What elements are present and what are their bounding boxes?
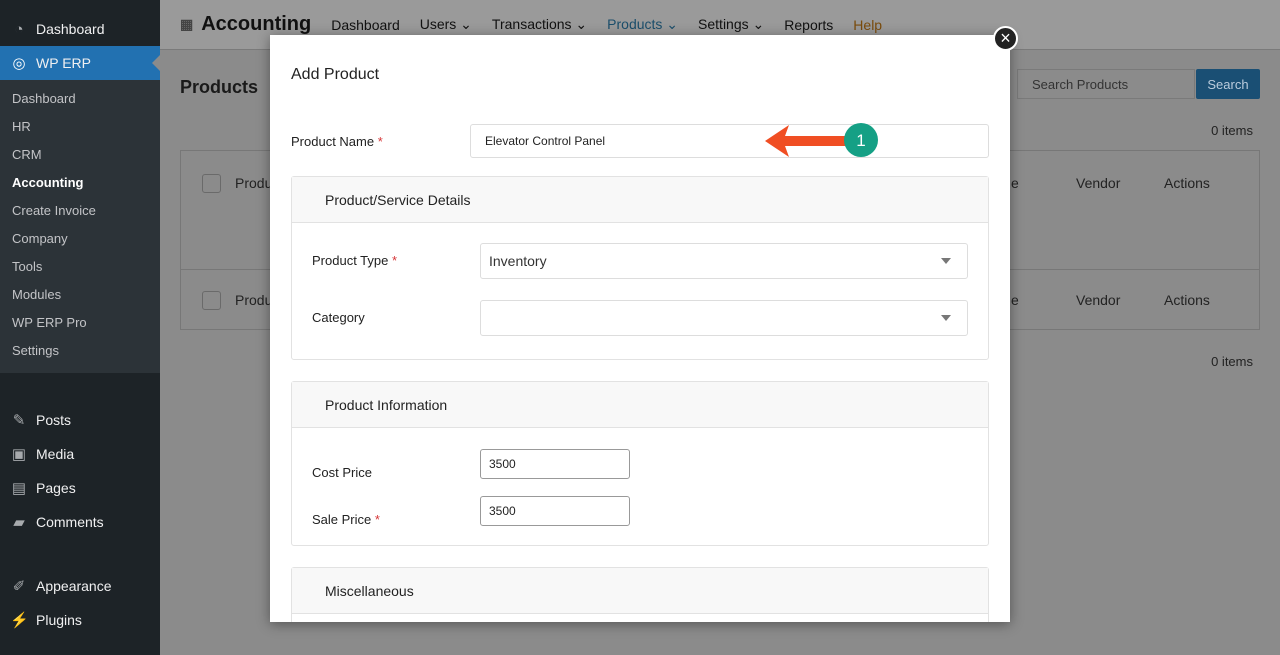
cost-price-input[interactable]: 3500 [480, 449, 630, 479]
search-button[interactable]: Search [1196, 69, 1260, 99]
dashboard-icon: ◔ [14, 20, 24, 38]
add-product-modal: Add Product Product Name * Elevator Cont… [270, 35, 1010, 622]
miscellaneous-panel: Miscellaneous [291, 567, 989, 622]
sidebar-item-pages[interactable]: ▤ Pages [0, 471, 160, 505]
product-information-panel: Product Information Cost Price 3500 Sale… [291, 381, 989, 546]
submenu-dashboard[interactable]: Dashboard [0, 85, 160, 113]
panel-header: Product/Service Details [292, 177, 988, 223]
annotation-arrow-icon: 1 [765, 123, 878, 157]
sidebar-item-plugins[interactable]: ⚡ Plugins [0, 603, 160, 637]
select-all-checkbox-footer[interactable] [202, 290, 221, 310]
submenu-tools[interactable]: Tools [0, 253, 160, 281]
plugin-icon: ⚡ [10, 612, 29, 629]
submenu-wp-erp-pro[interactable]: WP ERP Pro [0, 309, 160, 337]
search-input[interactable]: Search Products [1017, 69, 1195, 99]
modal-title: Add Product [291, 66, 380, 83]
submenu-accounting[interactable]: Accounting [0, 169, 160, 197]
product-type-select[interactable]: Inventory [480, 243, 968, 279]
wp-erp-logo-icon: ◎ [12, 55, 26, 72]
pin-icon: ✎ [12, 412, 26, 429]
chevron-down-icon [941, 258, 951, 269]
items-count-top: 0 items [1211, 123, 1253, 138]
cost-price-label: Cost Price [312, 465, 372, 480]
calculator-icon: ▦ [180, 16, 194, 32]
submenu-crm[interactable]: CRM [0, 141, 160, 169]
sidebar-item-appearance[interactable]: ✐ Appearance [0, 569, 160, 603]
nav-settings[interactable]: Settings ⌄ [698, 16, 764, 33]
items-count-bottom: 0 items [1211, 354, 1253, 369]
product-type-label: Product Type * [312, 253, 398, 268]
module-title: ▦ Accounting [180, 13, 312, 35]
nav-products[interactable]: Products ⌄ [607, 16, 678, 33]
nav-users[interactable]: Users ⌄ [420, 16, 472, 33]
sale-price-label: Sale Price * [312, 512, 380, 527]
category-label: Category [312, 310, 365, 325]
submenu-modules[interactable]: Modules [0, 281, 160, 309]
sidebar-item-comments[interactable]: ▰ Comments [0, 505, 160, 539]
sidebar-item-dashboard[interactable]: ◔ Dashboard [0, 12, 160, 46]
panel-header: Product Information [292, 382, 988, 428]
brush-icon: ✐ [12, 578, 26, 595]
nav-transactions[interactable]: Transactions ⌄ [492, 16, 587, 33]
submenu-create-invoice[interactable]: Create Invoice [0, 197, 160, 225]
comment-icon: ▰ [13, 514, 25, 531]
chevron-down-icon [941, 315, 951, 326]
close-icon: × [1000, 28, 1011, 48]
nav-reports[interactable]: Reports [784, 17, 833, 33]
submenu-hr[interactable]: HR [0, 113, 160, 141]
product-service-details-panel: Product/Service Details Product Type * I… [291, 176, 989, 360]
sidebar-item-wp-erp[interactable]: ◎ WP ERP [0, 46, 160, 80]
media-icon: ▣ [11, 446, 27, 463]
close-modal-button[interactable]: × [993, 26, 1018, 51]
admin-sidebar: ◔ Dashboard ◎ WP ERP Dashboard HR CRM Acco… [0, 0, 160, 655]
product-name-input[interactable]: Elevator Control Panel [470, 124, 989, 158]
annotation-badge: 1 [856, 131, 865, 150]
category-select[interactable] [480, 300, 968, 336]
sidebar-item-posts[interactable]: ✎ Posts [0, 403, 160, 437]
sidebar-item-media[interactable]: ▣ Media [0, 437, 160, 471]
product-name-label: Product Name * [291, 134, 383, 149]
nav-dashboard[interactable]: Dashboard [331, 17, 400, 33]
submenu-settings[interactable]: Settings [0, 337, 160, 365]
sale-price-input[interactable]: 3500 [480, 496, 630, 526]
select-all-checkbox[interactable] [202, 173, 221, 193]
page-title: Products [180, 77, 259, 97]
submenu-company[interactable]: Company [0, 225, 160, 253]
panel-header: Miscellaneous [292, 568, 988, 614]
pages-icon: ▤ [11, 480, 27, 497]
erp-submenu: Dashboard HR CRM Accounting Create Invoi… [0, 80, 160, 373]
nav-help[interactable]: Help [853, 17, 882, 33]
